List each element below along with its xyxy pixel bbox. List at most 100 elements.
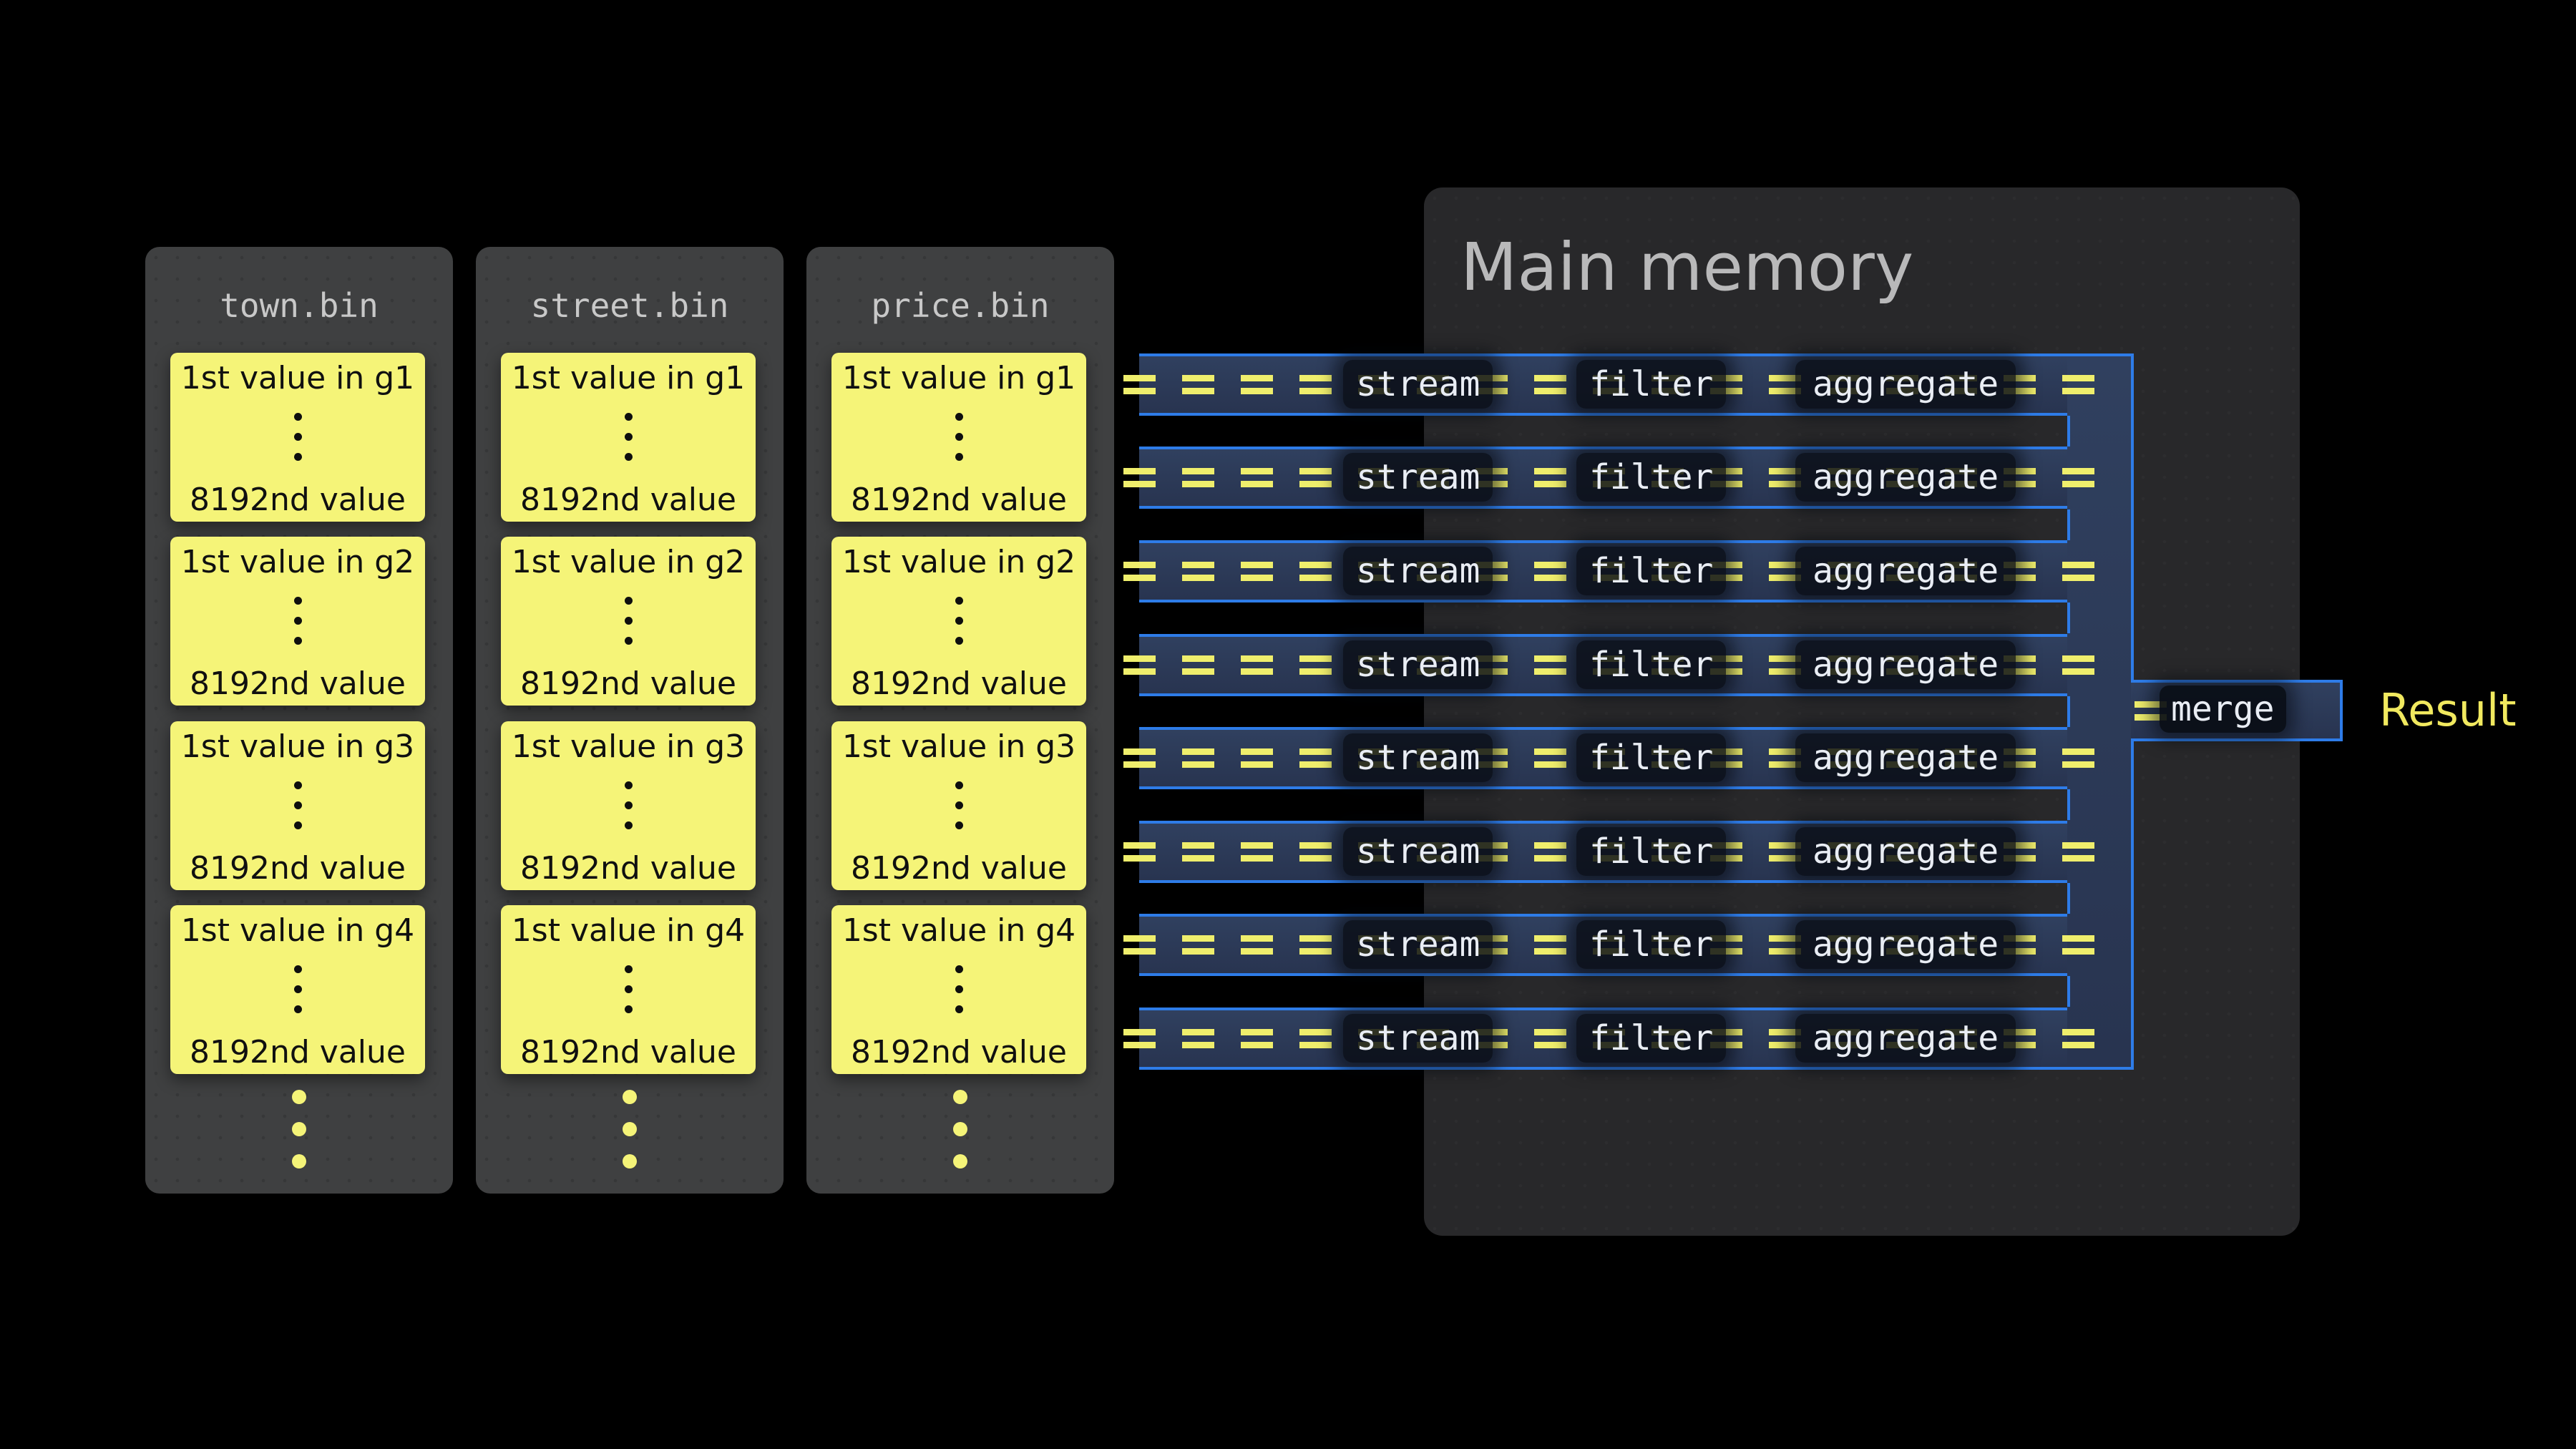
ellipsis-dots — [501, 413, 756, 473]
lane-gap — [1139, 509, 2070, 540]
pipeline-lane-5: stream filter aggregate — [1139, 727, 2067, 789]
file-column-street: street.bin 1st value in g1 8192nd value … — [476, 247, 784, 1194]
filter-stage: filter — [1576, 360, 1726, 409]
aggregate-stage: aggregate — [1795, 547, 2016, 595]
stream-stage: stream — [1343, 1014, 1493, 1063]
granule-block-g2: 1st value in g2 8192nd value — [170, 537, 425, 706]
file-title: street.bin — [476, 286, 784, 326]
pipeline-lane-6: stream filter aggregate — [1139, 821, 2067, 883]
stream-stage: stream — [1343, 920, 1493, 969]
filter-stage: filter — [1576, 453, 1726, 502]
stream-stage: stream — [1343, 453, 1493, 502]
granule-last-value: 8192nd value — [170, 482, 425, 519]
granule-block-g1: 1st value in g1 8192nd value — [170, 353, 425, 522]
ellipsis-dots — [170, 781, 425, 841]
more-granules-dots — [145, 1090, 453, 1186]
filter-stage: filter — [1576, 547, 1726, 595]
granule-first-value: 1st value in g4 — [170, 912, 425, 950]
lane-gap — [1139, 883, 2070, 914]
file-column-price: price.bin 1st value in g1 8192nd value 1… — [806, 247, 1114, 1194]
lane-gap — [1139, 696, 2070, 727]
stream-stage: stream — [1343, 640, 1493, 689]
file-title: town.bin — [145, 286, 453, 326]
granule-block-g3: 1st value in g3 8192nd value — [170, 721, 425, 890]
filter-stage: filter — [1576, 1014, 1726, 1063]
granule-last-value: 8192nd value — [170, 850, 425, 887]
aggregate-stage: aggregate — [1795, 360, 2016, 409]
granule-last-value: 8192nd value — [831, 1034, 1086, 1071]
granule-first-value: 1st value in g3 — [501, 728, 756, 766]
granule-first-value: 1st value in g3 — [170, 728, 425, 766]
granule-first-value: 1st value in g1 — [170, 360, 425, 397]
aggregate-stage: aggregate — [1795, 920, 2016, 969]
granule-first-value: 1st value in g1 — [501, 360, 756, 397]
granule-first-value: 1st value in g2 — [501, 544, 756, 581]
granule-first-value: 1st value in g1 — [831, 360, 1086, 397]
ellipsis-dots — [831, 781, 1086, 841]
granule-block-g4: 1st value in g4 8192nd value — [831, 905, 1086, 1074]
granule-last-value: 8192nd value — [831, 665, 1086, 703]
granule-first-value: 1st value in g4 — [831, 912, 1086, 950]
granule-last-value: 8192nd value — [170, 665, 425, 703]
granule-block-g4: 1st value in g4 8192nd value — [501, 905, 756, 1074]
granule-first-value: 1st value in g2 — [831, 544, 1086, 581]
ellipsis-dots — [831, 413, 1086, 473]
pipeline-lane-1: stream filter aggregate — [1139, 353, 2067, 416]
ellipsis-dots — [170, 413, 425, 473]
aggregate-stage: aggregate — [1795, 733, 2016, 782]
pipeline-lane-4: stream filter aggregate — [1139, 634, 2067, 696]
granule-block-g4: 1st value in g4 8192nd value — [170, 905, 425, 1074]
lane-gap — [1139, 416, 2070, 447]
merge-lane: merge — [2131, 680, 2343, 741]
granule-block-g1: 1st value in g1 8192nd value — [501, 353, 756, 522]
granule-first-value: 1st value in g4 — [501, 912, 756, 950]
stream-stage: stream — [1343, 733, 1493, 782]
aggregate-stage: aggregate — [1795, 640, 2016, 689]
file-title: price.bin — [806, 286, 1114, 326]
ellipsis-dots — [831, 965, 1086, 1025]
ellipsis-dots — [501, 965, 756, 1025]
file-column-town: town.bin 1st value in g1 8192nd value 1s… — [145, 247, 453, 1194]
granule-block-g3: 1st value in g3 8192nd value — [501, 721, 756, 890]
granule-last-value: 8192nd value — [831, 850, 1086, 887]
stream-stage: stream — [1343, 827, 1493, 876]
filter-stage: filter — [1576, 827, 1726, 876]
lane-gap — [1139, 602, 2070, 633]
pipeline-lane-2: stream filter aggregate — [1139, 447, 2067, 509]
result-label: Result — [2379, 683, 2517, 738]
granule-block-g2: 1st value in g2 8192nd value — [831, 537, 1086, 706]
granule-block-g1: 1st value in g1 8192nd value — [831, 353, 1086, 522]
granule-last-value: 8192nd value — [501, 665, 756, 703]
pipeline-lane-3: stream filter aggregate — [1139, 540, 2067, 602]
filter-stage: filter — [1576, 920, 1726, 969]
main-memory-title: Main memory — [1460, 232, 1913, 303]
pipeline-lane-8: stream filter aggregate — [1139, 1008, 2067, 1070]
granule-last-value: 8192nd value — [501, 1034, 756, 1071]
granule-first-value: 1st value in g3 — [831, 728, 1086, 766]
more-granules-dots — [806, 1090, 1114, 1186]
aggregate-stage: aggregate — [1795, 1014, 2016, 1063]
merge-stage: merge — [2160, 686, 2286, 733]
granule-last-value: 8192nd value — [501, 482, 756, 519]
ellipsis-dots — [501, 597, 756, 657]
diagram-canvas: town.bin 1st value in g1 8192nd value 1s… — [0, 0, 2576, 1449]
ellipsis-dots — [170, 965, 425, 1025]
pipeline-lane-7: stream filter aggregate — [1139, 914, 2067, 976]
granule-first-value: 1st value in g2 — [170, 544, 425, 581]
filter-stage: filter — [1576, 733, 1726, 782]
granule-last-value: 8192nd value — [831, 482, 1086, 519]
granule-last-value: 8192nd value — [170, 1034, 425, 1071]
aggregate-stage: aggregate — [1795, 453, 2016, 502]
granule-block-g2: 1st value in g2 8192nd value — [501, 537, 756, 706]
aggregate-stage: aggregate — [1795, 827, 2016, 876]
lane-gap — [1139, 976, 2070, 1007]
granule-last-value: 8192nd value — [501, 850, 756, 887]
stream-stage: stream — [1343, 360, 1493, 409]
granule-block-g3: 1st value in g3 8192nd value — [831, 721, 1086, 890]
lane-gap — [1139, 789, 2070, 820]
ellipsis-dots — [831, 597, 1086, 657]
ellipsis-dots — [170, 597, 425, 657]
more-granules-dots — [476, 1090, 784, 1186]
filter-stage: filter — [1576, 640, 1726, 689]
ellipsis-dots — [501, 781, 756, 841]
